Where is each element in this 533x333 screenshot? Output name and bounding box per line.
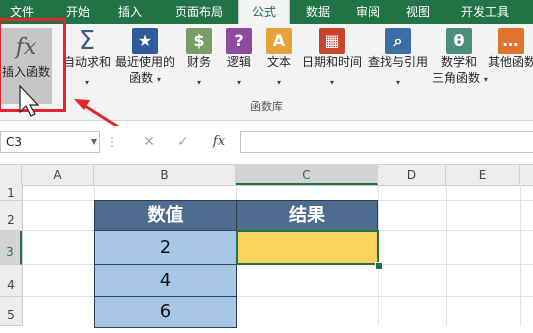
tab-formulas[interactable]: 公式 (238, 0, 290, 24)
column-header-bar: A B C D E (0, 164, 533, 186)
row-header-3[interactable]: 3 (0, 231, 22, 265)
chevron-down-icon: ▾ (276, 78, 281, 87)
fill-handle[interactable] (375, 262, 383, 270)
calendar-book-icon: ▦ (319, 28, 345, 54)
column-header-f-partial[interactable] (520, 165, 533, 185)
recently-used-label-line2: 函数 ▾ (129, 71, 161, 85)
cancel-icon[interactable]: ✕ (138, 131, 160, 153)
coins-book-icon: $ (186, 28, 212, 54)
letter-a-book-icon: A (266, 28, 292, 54)
tab-insert[interactable]: 插入 (108, 0, 152, 24)
chevron-down-icon: ▾ (84, 78, 89, 87)
column-header-d[interactable]: D (378, 165, 446, 185)
financial-button[interactable]: $ 财务 ▾ (182, 28, 216, 89)
insert-function-fx-icon[interactable]: fx (206, 131, 232, 153)
chevron-down-icon: ▾ (196, 78, 201, 87)
lookup-reference-label: 查找与引用 (367, 55, 428, 69)
theta-book-icon: θ (446, 28, 472, 54)
more-functions-label: 其他函数 (488, 55, 533, 69)
tab-page-layout[interactable]: 页面布局 (164, 0, 234, 24)
autosum-label: 自动求和 (62, 55, 111, 69)
more-functions-button[interactable]: … 其他函数 (488, 28, 533, 70)
sigma-icon: Σ (78, 26, 96, 56)
tab-developer[interactable]: 开发工具 (450, 0, 520, 24)
text-button[interactable]: A 文本 ▾ (262, 28, 296, 89)
recently-used-label-line1: 最近使用的 (114, 55, 175, 69)
column-header-c[interactable]: C (236, 165, 378, 185)
row-header-2[interactable]: 2 (0, 201, 22, 231)
star-book-icon: ★ (132, 28, 158, 54)
chevron-down-icon: ▾ (395, 78, 400, 87)
column-header-e[interactable]: E (446, 165, 520, 185)
cell-b2-header[interactable]: 数值 (94, 200, 237, 231)
lookup-reference-button[interactable]: ⌕ 查找与引用 ▾ (366, 28, 430, 89)
logical-button[interactable]: ? 逻辑 ▾ (222, 28, 256, 89)
tab-data[interactable]: 数据 (296, 0, 340, 24)
cell-b3[interactable]: 2 (94, 230, 237, 265)
select-all-corner[interactable] (0, 165, 22, 185)
row-header-5[interactable]: 5 (0, 297, 22, 326)
chevron-down-icon: ▾ (236, 78, 241, 87)
drag-handle-icon[interactable]: ⋮ (104, 131, 120, 153)
cell-c2-header[interactable]: 结果 (236, 200, 378, 231)
cell-b4[interactable]: 4 (94, 264, 237, 297)
annotation-highlight-box (0, 18, 66, 112)
name-box[interactable]: C3 (0, 131, 100, 153)
magnifier-book-icon: ⌕ (385, 28, 411, 54)
chevron-down-icon[interactable]: ▼ (88, 131, 100, 153)
tab-review[interactable]: 审阅 (346, 0, 390, 24)
logical-label: 逻辑 (226, 55, 251, 69)
recently-used-button[interactable]: ★ 最近使用的 函数 ▾ (114, 28, 176, 88)
math-trig-label-line1: 数学和 (440, 55, 477, 69)
ribbon-tab-bar: 文件 开始 插入 页面布局 公式 数据 审阅 视图 开发工具 (0, 0, 533, 24)
ribbon-formulas-panel: fx 插入函数 Σ 自动求和 ▾ ★ 最近使用的 函数 ▾ $ 财务 ▾ ? 逻… (0, 24, 533, 121)
tab-view[interactable]: 视图 (396, 0, 440, 24)
question-book-icon: ? (226, 28, 252, 54)
chevron-down-icon: ▾ (329, 78, 334, 87)
date-time-label: 日期和时间 (301, 55, 362, 69)
date-time-button[interactable]: ▦ 日期和时间 ▾ (300, 28, 364, 89)
cell-c3-selected[interactable] (236, 230, 379, 265)
row-header-1[interactable]: 1 (0, 185, 22, 201)
function-library-group-label: 函数库 (250, 100, 283, 113)
formula-input[interactable] (240, 131, 533, 153)
column-header-a[interactable]: A (22, 165, 94, 185)
more-book-icon: … (497, 28, 524, 54)
column-header-b[interactable]: B (94, 165, 236, 185)
gridline (520, 185, 521, 326)
autosum-button[interactable]: Σ 自动求和 ▾ (62, 28, 112, 89)
math-trig-button[interactable]: θ 数学和 三角函数 ▾ (432, 28, 488, 88)
text-label: 文本 (266, 55, 291, 69)
gridline (446, 185, 447, 326)
enter-icon[interactable]: ✓ (172, 131, 194, 153)
math-trig-label-line2: 三角函数 ▾ (432, 71, 488, 85)
row-header-4[interactable]: 4 (0, 265, 22, 297)
financial-label: 财务 (186, 55, 211, 69)
cell-b5[interactable]: 6 (94, 296, 237, 328)
row-header-bar: 1 2 3 4 5 (0, 185, 23, 326)
